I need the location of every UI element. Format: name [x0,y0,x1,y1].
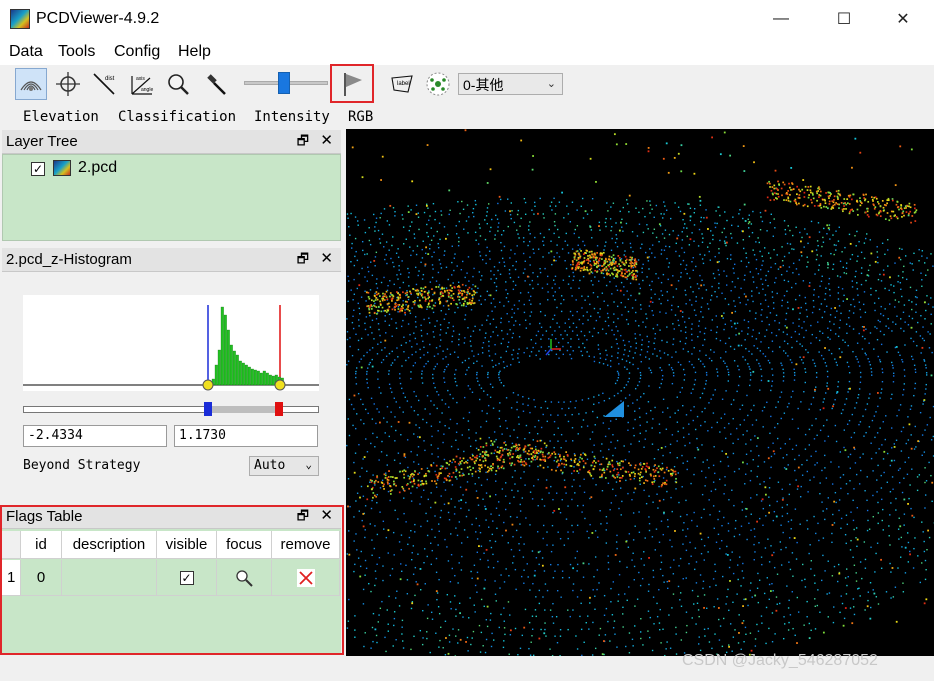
close-icon[interactable]: ✕ [320,249,333,267]
hammer-icon [207,74,226,95]
range-max-input[interactable]: 1.1730 [174,425,318,447]
label-icon: label [391,75,413,93]
histogram-bar [247,366,251,386]
range-min-handle[interactable] [204,402,212,416]
beyond-strategy-select[interactable]: Auto ⌄ [249,456,319,476]
svg-text:axis: axis [136,76,145,82]
histogram-bar [217,349,221,386]
histogram-bar [259,372,263,386]
pointcloud-layer-icon [53,160,71,176]
float-icon[interactable]: 🗗 [297,250,309,272]
svg-text:dist: dist [105,76,115,82]
close-button[interactable]: ✕ [880,0,926,38]
maximize-button[interactable]: ☐ [821,0,867,38]
class-select[interactable]: 0-其他 ⌄ [458,73,563,95]
histogram-bar [262,370,266,386]
histogram-bar [238,360,242,386]
pick-point-button[interactable] [52,68,84,100]
menu-config[interactable]: Config [114,43,160,61]
color-classification-button[interactable]: Classification [118,109,236,125]
range-slider-selection [208,406,280,413]
close-icon[interactable]: ✕ [320,131,333,149]
watermark: CSDN @Jacky_546287052 [682,652,878,669]
histogram-bar [256,370,260,386]
class-select-value: 0-其他 [463,77,504,93]
layer-tree-header: Layer Tree 🗗 ✕ [2,130,341,154]
menu-tools[interactable]: Tools [58,43,95,61]
color-intensity-button[interactable]: Intensity [254,109,330,125]
svg-text:label: label [397,81,410,87]
svg-text:angle: angle [141,87,153,93]
label-button[interactable]: label [386,68,418,100]
chevron-down-icon: ⌄ [305,458,312,471]
histogram-bar [226,329,230,386]
layer-tree-title: Layer Tree [6,133,78,150]
cluster-button[interactable] [422,68,454,100]
histogram-bar [244,364,248,386]
beyond-strategy-value: Auto [254,458,286,473]
menu-data[interactable]: Data [9,43,43,61]
histogram-bar [223,314,227,386]
histogram-bar [214,364,218,386]
measure-angle-icon: axis angle [131,76,153,95]
range-max-handle[interactable] [275,402,283,416]
flag-icon [344,73,362,96]
point-cloud-viewport[interactable] [346,129,934,656]
histogram-bar [229,344,233,386]
measure-distance-button[interactable]: dist [88,68,120,100]
chevron-down-icon: ⌄ [546,78,556,90]
histogram-chart [23,305,319,391]
layer-visibility-checkbox[interactable]: ✓ [31,162,45,176]
app-icon [10,9,30,29]
float-icon[interactable]: 🗗 [297,132,309,154]
histogram-max-handle[interactable] [274,379,286,391]
histogram-bar [241,362,245,386]
cluster-icon [426,72,450,96]
minimize-button[interactable]: — [758,0,804,38]
measure-angle-button[interactable]: axis angle [126,68,158,100]
point-cloud-points [346,129,934,656]
point-cloud-select-button[interactable] [15,68,47,100]
crosshair-icon [56,72,80,96]
hammer-button[interactable] [199,68,231,100]
window-title: PCDViewer-4.9.2 [36,10,160,27]
point-size-slider-thumb[interactable] [278,72,290,94]
flag-button[interactable] [336,68,368,100]
zoom-button[interactable] [162,68,194,100]
measure-distance-icon: dist [93,73,115,95]
histogram-bar [235,354,239,386]
point-cloud-render[interactable] [346,129,934,656]
flag-marker [604,401,624,417]
flags-table-highlight-box [0,505,344,655]
color-elevation-button[interactable]: Elevation [23,109,99,125]
histogram-bars [211,306,284,386]
menu-help[interactable]: Help [178,43,211,61]
histogram-header: 2.pcd_z-Histogram 🗗 ✕ [2,248,341,272]
range-min-input[interactable]: -2.4334 [23,425,167,447]
histogram-bar [271,375,275,386]
beyond-strategy-label: Beyond Strategy [23,458,141,473]
histogram-bar [253,369,257,386]
histogram-title: 2.pcd_z-Histogram [6,251,132,268]
histogram-bar [268,374,272,386]
histogram-min-handle[interactable] [202,379,214,391]
histogram-bar [220,306,224,386]
histogram-bar [250,368,254,386]
color-rgb-button[interactable]: RGB [348,109,373,125]
histogram-bar [232,350,236,386]
layer-name[interactable]: 2.pcd [78,159,117,177]
point-cloud-select-icon [20,81,42,91]
zoom-icon [168,74,189,95]
histogram-plot [23,295,319,391]
histogram-bar [265,372,269,386]
